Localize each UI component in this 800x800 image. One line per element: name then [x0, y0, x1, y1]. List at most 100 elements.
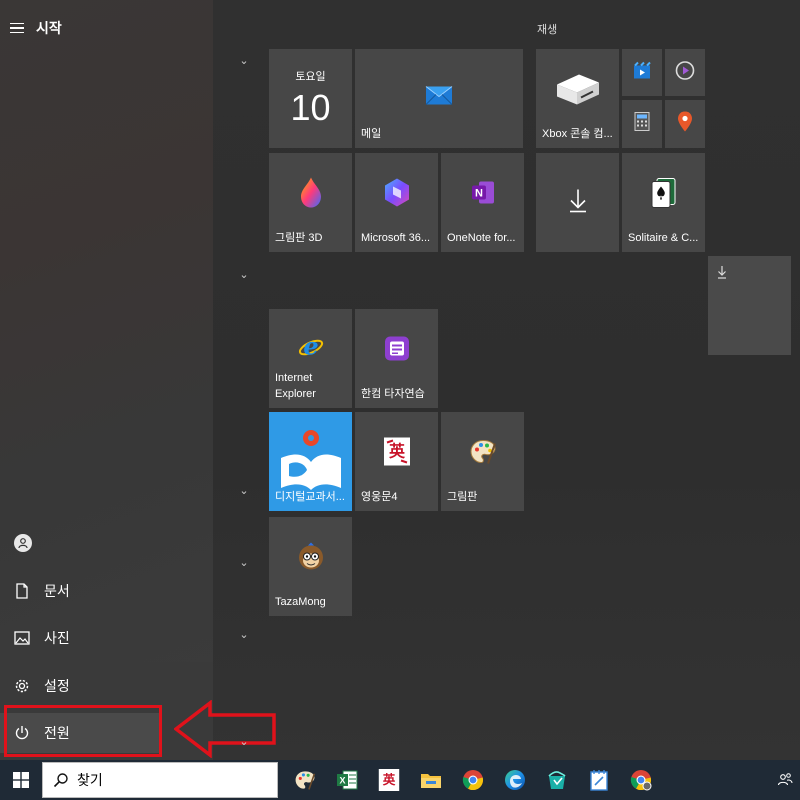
taskbar-people-button[interactable]	[770, 760, 800, 800]
play-group-label: 재생	[537, 24, 558, 36]
yeongung-icon: 英	[378, 769, 400, 791]
hamburger-menu-icon[interactable]	[10, 22, 24, 34]
paint-icon	[295, 771, 316, 790]
taskbar-search-box[interactable]: 찾기	[42, 762, 278, 798]
people-icon	[777, 773, 793, 786]
movies-tv-icon	[633, 61, 651, 84]
group-collapse-chevron-1[interactable]: ⌄	[238, 54, 250, 67]
edge-icon	[505, 770, 525, 790]
calendar-day-number: 10	[290, 87, 331, 128]
gear-icon	[14, 678, 30, 694]
yeongungmun4-tile-label: 영웅문4	[361, 490, 398, 503]
group-collapse-chevron-5[interactable]: ⌄	[238, 628, 250, 641]
onenote-icon: N	[470, 179, 496, 210]
hancom-typing-tile-label: 한컴 타자연습	[361, 387, 425, 400]
paint-palette-icon	[469, 437, 497, 470]
taskbar-file-explorer-app[interactable]	[410, 760, 452, 800]
documents-button[interactable]: 문서	[0, 571, 213, 611]
mail-tile-label: 메일	[361, 127, 382, 140]
taskbar: 찾기 X 英	[0, 760, 800, 800]
download-small-tile[interactable]	[708, 256, 791, 355]
start-menu-header: 시작	[10, 14, 62, 42]
solitaire-tile-label: Solitaire & C...	[628, 231, 699, 244]
digital-textbook-tile-label: 디지털교과서...	[275, 490, 345, 503]
onenote-tile-label: OneNote for...	[447, 231, 516, 244]
solitaire-cards-icon	[649, 176, 679, 213]
svg-text:英: 英	[387, 441, 405, 460]
group-collapse-chevron-3[interactable]: ⌄	[238, 484, 250, 497]
taskbar-chrome-app[interactable]	[452, 760, 494, 800]
onenote-tile[interactable]: N OneNote for...	[441, 153, 524, 252]
paint3d-tile[interactable]: 그림판 3D	[269, 153, 352, 252]
paint3d-tile-label: 그림판 3D	[275, 231, 323, 244]
taskbar-chrome-dev-app[interactable]	[620, 760, 662, 800]
power-highlight-box	[4, 705, 162, 757]
xbox-console-tile[interactable]: Xbox 콘솔 컴...	[536, 49, 619, 148]
group-collapse-chevron-4[interactable]: ⌄	[238, 556, 250, 569]
microsoft365-tile[interactable]: Microsoft 36...	[355, 153, 438, 252]
maps-tile[interactable]	[665, 100, 705, 148]
groove-music-tile[interactable]	[665, 49, 705, 96]
taskbar-edge-app[interactable]	[494, 760, 536, 800]
windows-logo-icon	[13, 772, 29, 788]
file-explorer-icon	[421, 774, 441, 788]
solitaire-tile[interactable]: Solitaire & C...	[622, 153, 705, 252]
documents-label: 문서	[44, 583, 70, 599]
pictures-button[interactable]: 사진	[0, 618, 213, 658]
calendar-tile[interactable]: 토요일 10	[269, 49, 352, 148]
windows-start-button[interactable]	[0, 760, 42, 800]
taskbar-excel-app[interactable]: X	[326, 760, 368, 800]
photo-icon	[14, 630, 30, 646]
chrome-dev-icon	[630, 770, 652, 791]
internet-explorer-tile[interactable]: e Internet Explorer	[269, 309, 352, 408]
calculator-tile[interactable]	[622, 100, 662, 148]
group-collapse-chevron-2[interactable]: ⌄	[238, 268, 250, 281]
internet-explorer-icon: e	[297, 331, 325, 365]
search-icon	[53, 773, 68, 788]
ie-tile-label: Internet Explorer	[275, 372, 316, 400]
digital-textbook-tile[interactable]: 디지털교과서...	[269, 412, 352, 511]
notepad-icon	[590, 770, 608, 791]
microsoft365-icon	[383, 177, 411, 212]
tazamong-tile-label: TazaMong	[275, 595, 326, 608]
download-placeholder-tile[interactable]	[536, 153, 619, 252]
xbox-console-icon	[555, 70, 601, 111]
taskbar-yeongungmun-app[interactable]: 英	[368, 760, 410, 800]
settings-label: 설정	[44, 678, 70, 694]
microsoft365-tile-label: Microsoft 36...	[361, 231, 431, 244]
yeongungmun4-tile[interactable]: 英 영웅문4	[355, 412, 438, 511]
paint3d-icon	[298, 176, 324, 213]
svg-text:e: e	[303, 332, 318, 360]
paint-tile[interactable]: 그림판	[441, 412, 524, 511]
mail-tile[interactable]: 메일	[355, 49, 523, 148]
xbox-tile-label: Xbox 콘솔 컴...	[542, 127, 613, 140]
play-circle-icon	[675, 60, 695, 85]
pictures-label: 사진	[44, 630, 70, 646]
user-icon	[14, 534, 32, 552]
taskbar-paint-app[interactable]	[284, 760, 326, 800]
group-collapse-chevron-6[interactable]: ⌄	[238, 735, 250, 748]
movies-tv-tile[interactable]	[622, 49, 662, 96]
red-arrow-annotation	[174, 700, 276, 758]
svg-text:N: N	[475, 187, 483, 199]
digital-textbook-icon	[275, 424, 347, 499]
yeongungmun4-icon: 英	[383, 436, 411, 471]
calculator-icon	[634, 112, 650, 137]
excel-icon: X	[337, 770, 358, 790]
map-pin-icon	[677, 111, 693, 138]
tazamong-tile[interactable]: TazaMong	[269, 517, 352, 616]
document-icon	[14, 583, 30, 599]
tazamong-monkey-icon	[296, 541, 326, 576]
download-arrow-icon	[568, 187, 588, 218]
store-bag-icon	[548, 771, 566, 789]
paint-tile-label: 그림판	[447, 490, 478, 503]
svg-text:X: X	[339, 776, 345, 786]
svg-text:英: 英	[383, 772, 396, 787]
calendar-day-name: 토요일	[295, 71, 326, 83]
hancom-typing-tile[interactable]: 한컴 타자연습	[355, 309, 438, 408]
user-account-button[interactable]	[0, 523, 213, 563]
taskbar-store-app[interactable]	[536, 760, 578, 800]
chrome-icon	[462, 770, 484, 791]
hancom-typing-icon	[383, 334, 411, 367]
taskbar-notepad-app[interactable]	[578, 760, 620, 800]
